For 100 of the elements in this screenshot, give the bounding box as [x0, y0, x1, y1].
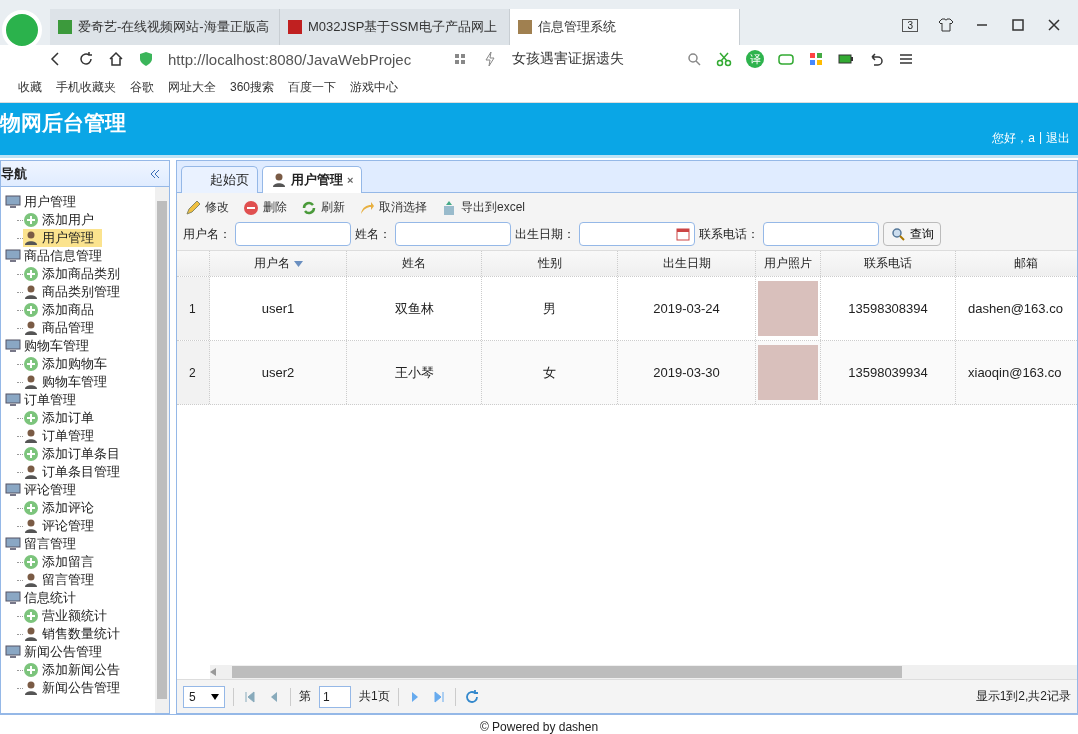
column-header[interactable]: 用户照片 — [756, 251, 821, 276]
close-icon[interactable] — [1046, 17, 1062, 33]
table-cell: user2 — [210, 341, 347, 404]
tree-item[interactable]: 新闻公告管理 — [23, 679, 128, 697]
home-icon[interactable] — [108, 51, 124, 67]
tree-item[interactable]: 添加订单条目 — [23, 445, 128, 463]
person-icon — [23, 428, 39, 444]
plus-circle-icon — [23, 446, 39, 462]
tree-item[interactable]: 购物车管理 — [23, 373, 115, 391]
favicon-icon — [58, 20, 72, 34]
tree-group[interactable]: 订单管理 — [5, 391, 84, 409]
maximize-icon[interactable] — [1010, 17, 1026, 33]
grid-icon[interactable] — [452, 51, 468, 67]
search-field[interactable]: 女孩遇害证据遗失 — [512, 50, 672, 68]
bookmark-link[interactable]: 手机收藏夹 — [56, 79, 116, 96]
tree-item[interactable]: 添加订单 — [23, 409, 102, 427]
input-field[interactable] — [763, 222, 879, 246]
pencil-icon — [185, 199, 201, 216]
tree-item[interactable]: 评论管理 — [23, 517, 102, 535]
query-button[interactable]: 查询 — [883, 222, 941, 246]
horizontal-scrollbar[interactable] — [210, 665, 1077, 679]
toolbar-button[interactable]: 删除 — [241, 197, 289, 218]
bookmark-link[interactable]: 收藏 — [18, 79, 42, 96]
address-field[interactable]: http://localhost:8080/JavaWebProjec — [168, 50, 438, 68]
tree-group[interactable]: 新闻公告管理 — [5, 643, 110, 661]
person-icon — [23, 680, 39, 696]
search-icon[interactable] — [686, 51, 702, 67]
first-page-icon[interactable] — [242, 688, 258, 705]
lightning-icon[interactable] — [482, 51, 498, 67]
tree-item[interactable]: 用户管理 — [23, 229, 102, 247]
monitor-icon — [5, 482, 21, 498]
undo-icon[interactable] — [868, 51, 884, 67]
tab[interactable]: 起始页 — [181, 166, 258, 193]
tree-item[interactable]: 添加留言 — [23, 553, 102, 571]
tree-item[interactable]: 订单管理 — [23, 427, 102, 445]
bookmark-link[interactable]: 网址大全 — [168, 79, 216, 96]
monitor-icon — [5, 536, 21, 552]
bookmark-link[interactable]: 百度一下 — [288, 79, 337, 96]
field-label: 联系电话： — [699, 225, 759, 243]
toolbar-button[interactable]: 修改 — [183, 197, 231, 218]
bookmark-link[interactable]: 游戏中心 — [350, 79, 399, 96]
browser-tab[interactable]: M032JSP基于SSM电子产品网上 — [280, 9, 510, 45]
tab[interactable]: 用户管理 × — [262, 166, 363, 193]
shirt-icon[interactable] — [938, 17, 954, 33]
tree-group[interactable]: 留言管理 — [5, 535, 84, 553]
table-cell: xiaoqin@163.co — [956, 341, 1077, 404]
calendar-icon[interactable] — [675, 226, 691, 242]
tree-item[interactable]: 留言管理 — [23, 571, 102, 589]
input-field[interactable] — [235, 222, 351, 246]
tree-group[interactable]: 购物车管理 — [5, 337, 97, 355]
tree-item[interactable]: 添加购物车 — [23, 355, 115, 373]
date-field[interactable] — [579, 222, 695, 246]
export-icon — [441, 199, 457, 216]
tree-item[interactable]: 商品管理 — [23, 319, 102, 337]
tree-group[interactable]: 信息统计 — [5, 589, 84, 607]
column-header[interactable]: 出生日期 — [618, 251, 756, 276]
column-header[interactable]: 姓名 — [347, 251, 482, 276]
bookmark-link[interactable]: 谷歌 — [130, 79, 154, 96]
tree-group[interactable]: 商品信息管理 — [5, 247, 110, 265]
monitor-icon — [5, 248, 21, 264]
tree-item[interactable]: 订单条目管理 — [23, 463, 128, 481]
toolbar-button[interactable]: 刷新 — [299, 197, 347, 218]
reload-icon[interactable] — [78, 51, 94, 67]
tab-count[interactable]: 3 — [902, 18, 918, 32]
search-icon — [890, 226, 906, 242]
column-header[interactable]: 联系电话 — [821, 251, 956, 276]
close-icon[interactable]: × — [347, 174, 354, 186]
scissors-icon[interactable] — [716, 51, 732, 67]
toolbar-button[interactable]: 导出到excel — [439, 197, 527, 218]
tree-item[interactable]: 添加用户 — [23, 211, 102, 229]
battery-icon[interactable] — [838, 51, 854, 67]
tree-item[interactable]: 销售数量统计 — [23, 625, 128, 643]
tree-item[interactable]: 添加商品 — [23, 301, 102, 319]
bookmark-link[interactable]: 360搜索 — [230, 79, 275, 96]
apps-icon[interactable] — [808, 51, 824, 67]
person-icon — [23, 284, 39, 300]
plus-circle-icon — [23, 608, 39, 624]
page-size-select[interactable]: 5 — [183, 685, 225, 708]
tree-item[interactable]: 营业额统计 — [23, 607, 115, 625]
page-number-field[interactable]: 1 — [319, 685, 351, 708]
vertical-scrollbar[interactable] — [155, 187, 169, 713]
input-field[interactable] — [395, 222, 511, 246]
toolbar-button[interactable]: 取消选择 — [357, 197, 429, 218]
tree-item[interactable]: 添加新闻公告 — [23, 661, 128, 679]
column-header[interactable]: 性别 — [482, 251, 618, 276]
tree-item[interactable]: 商品类别管理 — [23, 283, 128, 301]
person-icon — [23, 518, 39, 534]
scroll-left-icon[interactable] — [210, 668, 216, 676]
greeting-text: 您好，a — [992, 130, 1035, 147]
tree-group[interactable]: 评论管理 — [5, 481, 84, 499]
tree-item[interactable]: 添加评论 — [23, 499, 102, 517]
browser-tab[interactable]: 信息管理系统 — [510, 9, 740, 45]
record-info: 显示1到2,共2记录 — [975, 688, 1071, 705]
table-cell: 2019-03-30 — [618, 341, 756, 404]
tree-group[interactable]: 用户管理 — [5, 193, 84, 211]
tree-item[interactable]: 添加商品类别 — [23, 265, 128, 283]
menu-icon[interactable] — [898, 51, 914, 67]
browser-tab[interactable]: 爱奇艺-在线视频网站-海量正版高 — [50, 9, 280, 45]
column-header[interactable]: 用户名 — [210, 251, 347, 276]
column-header[interactable]: 邮箱 — [956, 251, 1077, 276]
